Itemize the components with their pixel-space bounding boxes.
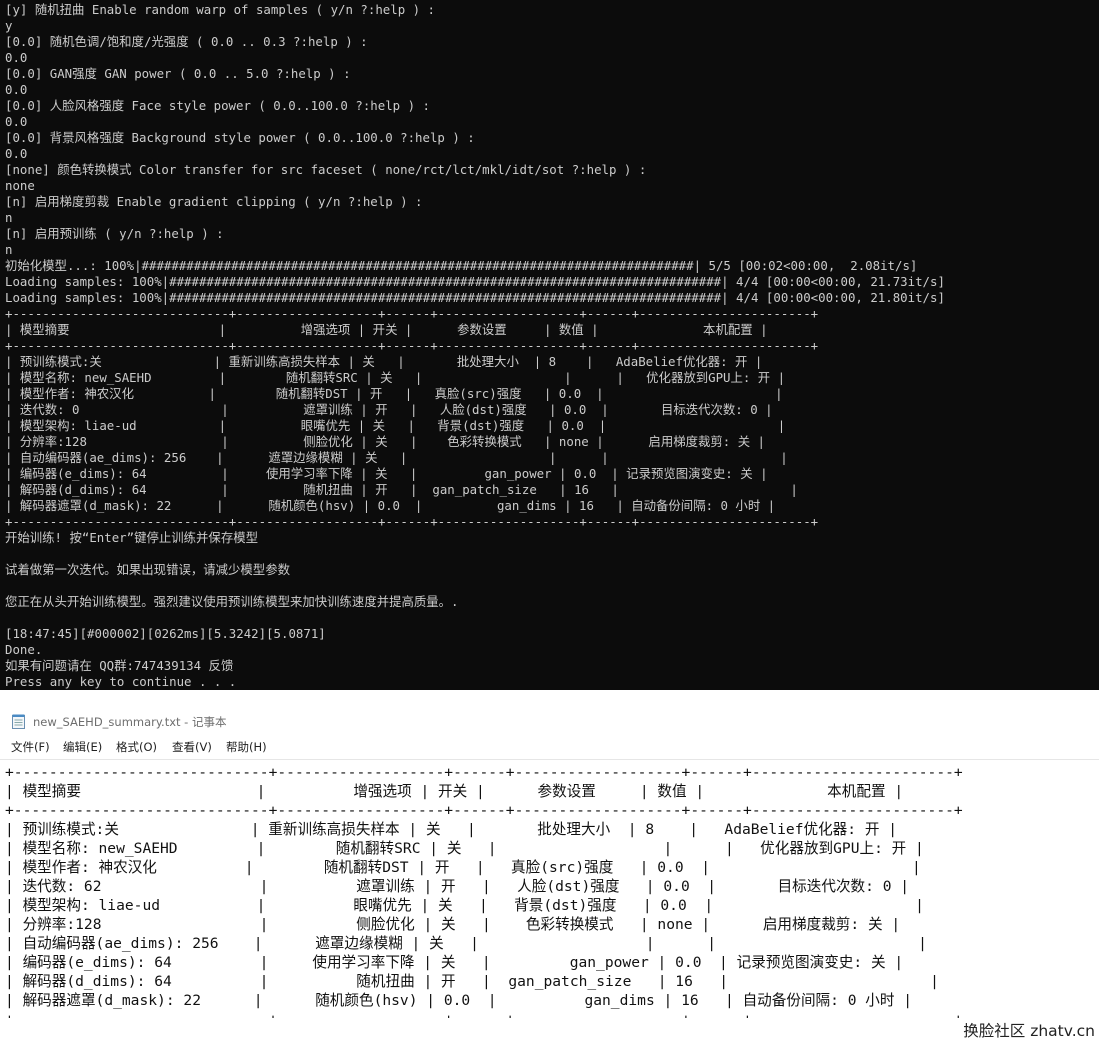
menu-edit[interactable]: 编辑(E) bbox=[63, 739, 102, 755]
console-line: [none] 颜色转换模式 Color transfer for src fac… bbox=[5, 162, 647, 177]
menu-help[interactable]: 帮助(H) bbox=[226, 739, 267, 755]
console-line: | 分辨率:128 | 侧脸优化 | 关 | 色彩转换模式 | none | 启… bbox=[5, 434, 766, 449]
notepad-window[interactable]: new_SAEHD_summary.txt - 记事本 文件(F) 编辑(E) … bbox=[0, 708, 1099, 1041]
console-line: | 模型架构: liae-ud | 眼嘴优先 | 关 | 背景(dst)强度 |… bbox=[5, 418, 786, 433]
console-line: 0.0 bbox=[5, 114, 28, 129]
console-line: +-----------------------------+---------… bbox=[5, 306, 819, 321]
console-line: 初始化模型...: 100%|#########################… bbox=[5, 258, 918, 273]
console-line: | 模型摘要 | 增强选项 | 开关 | 参数设置 | 数值 | 本机配置 | bbox=[5, 322, 768, 337]
console-line: [0.0] 背景风格强度 Background style power ( 0.… bbox=[5, 130, 475, 145]
console-line: [0.0] 随机色调/饱和度/光强度 ( 0.0 .. 0.3 ?:help )… bbox=[5, 34, 368, 49]
notepad-line: | 解码器(d_dims): 64 | 随机扭曲 | 开 | gan_patch… bbox=[5, 973, 939, 990]
console-line: [18:47:45][#000002][0262ms][5.3242][5.08… bbox=[5, 626, 326, 641]
console-line: | 迭代数: 0 | 遮罩训练 | 开 | 人脸(dst)强度 | 0.0 | … bbox=[5, 402, 773, 417]
menu-format[interactable]: 格式(O) bbox=[116, 739, 157, 755]
console-line: [n] 启用预训练 ( y/n ?:help ) : bbox=[5, 226, 224, 241]
notepad-line: | 自动编码器(ae_dims): 256 | 遮罩边缘模糊 | 关 | | |… bbox=[5, 935, 927, 952]
console-line: 您正在从头开始训练模型。强烈建议使用预训练模型来加快训练速度并提高质量。. bbox=[5, 594, 459, 609]
notepad-content: +-----------------------------+---------… bbox=[0, 760, 1099, 1018]
menu-view[interactable]: 查看(V) bbox=[172, 739, 212, 755]
console-line: 0.0 bbox=[5, 146, 28, 161]
console-line: Press any key to continue . . . bbox=[5, 674, 237, 689]
notepad-line: | 迭代数: 62 | 遮罩训练 | 开 | 人脸(dst)强度 | 0.0 |… bbox=[5, 878, 910, 895]
console-line: n bbox=[5, 242, 13, 257]
notepad-line: | 模型摘要 | 增强选项 | 开关 | 参数设置 | 数值 | 本机配置 | bbox=[5, 783, 904, 800]
notepad-line: +-----------------------------+---------… bbox=[5, 764, 963, 781]
notepad-line: | 模型作者: 神农汉化 | 随机翻转DST | 开 | 真脸(src)强度 |… bbox=[5, 859, 921, 876]
notepad-line: | 预训练模式:关 | 重新训练高损失样本 | 关 | 批处理大小 | 8 | … bbox=[5, 821, 898, 838]
console-line: 试着做第一次迭代。如果出现错误，请减少模型参数 bbox=[5, 562, 290, 577]
notepad-text-area[interactable]: +-----------------------------+---------… bbox=[0, 760, 1099, 1018]
console-line: | 模型名称: new_SAEHD | 随机翻转SRC | 关 | | | 优化… bbox=[5, 370, 786, 385]
console-line: Loading samples: 100%|##################… bbox=[5, 290, 945, 305]
console-output: [y] 随机扭曲 Enable random warp of samples (… bbox=[0, 0, 1099, 690]
notepad-titlebar[interactable]: new_SAEHD_summary.txt - 记事本 bbox=[0, 708, 1099, 734]
console-line: 0.0 bbox=[5, 82, 28, 97]
notepad-line: | 编码器(e_dims): 64 | 使用学习率下降 | 关 | gan_po… bbox=[5, 954, 904, 971]
console-line: | 自动编码器(ae_dims): 256 | 遮罩边缘模糊 | 关 | | |… bbox=[5, 450, 788, 465]
notepad-icon bbox=[12, 714, 25, 729]
notepad-line: | 分辨率:128 | 侧脸优化 | 关 | 色彩转换模式 | none | 启… bbox=[5, 916, 901, 933]
console-line: | 解码器遮罩(d_mask): 22 | 随机颜色(hsv) | 0.0 | … bbox=[5, 498, 776, 513]
console-line: 如果有问题请在 QQ群:747439134 反馈 bbox=[5, 658, 234, 673]
watermark-text: 换脸社区 zhatv.cn bbox=[963, 1022, 1095, 1040]
console-line: | 模型作者: 神农汉化 | 随机翻转DST | 开 | 真脸(src)强度 |… bbox=[5, 386, 783, 401]
console-window[interactable]: [y] 随机扭曲 Enable random warp of samples (… bbox=[0, 0, 1099, 690]
console-line: +-----------------------------+---------… bbox=[5, 514, 819, 529]
console-line: 0.0 bbox=[5, 50, 28, 65]
console-line: 开始训练! 按“Enter”键停止训练并保存模型 bbox=[5, 530, 258, 545]
console-line: [0.0] 人脸风格强度 Face style power ( 0.0..100… bbox=[5, 98, 430, 113]
console-line: [y] 随机扭曲 Enable random warp of samples (… bbox=[5, 2, 436, 17]
console-line: | 解码器(d_dims): 64 | 随机扭曲 | 开 | gan_patch… bbox=[5, 482, 798, 497]
notepad-line: | 模型名称: new_SAEHD | 随机翻转SRC | 关 | | | 优化… bbox=[5, 840, 924, 857]
notepad-line: | 解码器遮罩(d_mask): 22 | 随机颜色(hsv) | 0.0 | … bbox=[5, 992, 913, 1009]
console-line: [n] 启用梯度剪裁 Enable gradient clipping ( y/… bbox=[5, 194, 423, 209]
notepad-line: +-----------------------------+---------… bbox=[5, 1010, 1099, 1018]
notepad-line: +-----------------------------+---------… bbox=[5, 802, 963, 819]
console-line: n bbox=[5, 210, 13, 225]
console-line: Done. bbox=[5, 642, 43, 657]
console-line: [0.0] GAN强度 GAN power ( 0.0 .. 5.0 ?:hel… bbox=[5, 66, 351, 81]
console-line: +-----------------------------+---------… bbox=[5, 338, 819, 353]
console-line: Loading samples: 100%|##################… bbox=[5, 274, 945, 289]
notepad-title: new_SAEHD_summary.txt - 记事本 bbox=[33, 715, 227, 729]
menu-file[interactable]: 文件(F) bbox=[11, 739, 50, 755]
console-line: y bbox=[5, 18, 13, 33]
console-line: none bbox=[5, 178, 35, 193]
notepad-menubar: 文件(F) 编辑(E) 格式(O) 查看(V) 帮助(H) bbox=[0, 736, 1099, 758]
console-line: | 预训练模式:关 | 重新训练高损失样本 | 关 | 批处理大小 | 8 | … bbox=[5, 354, 763, 369]
console-line: | 编码器(e_dims): 64 | 使用学习率下降 | 关 | gan_po… bbox=[5, 466, 768, 481]
notepad-line: | 模型架构: liae-ud | 眼嘴优先 | 关 | 背景(dst)强度 |… bbox=[5, 897, 924, 914]
